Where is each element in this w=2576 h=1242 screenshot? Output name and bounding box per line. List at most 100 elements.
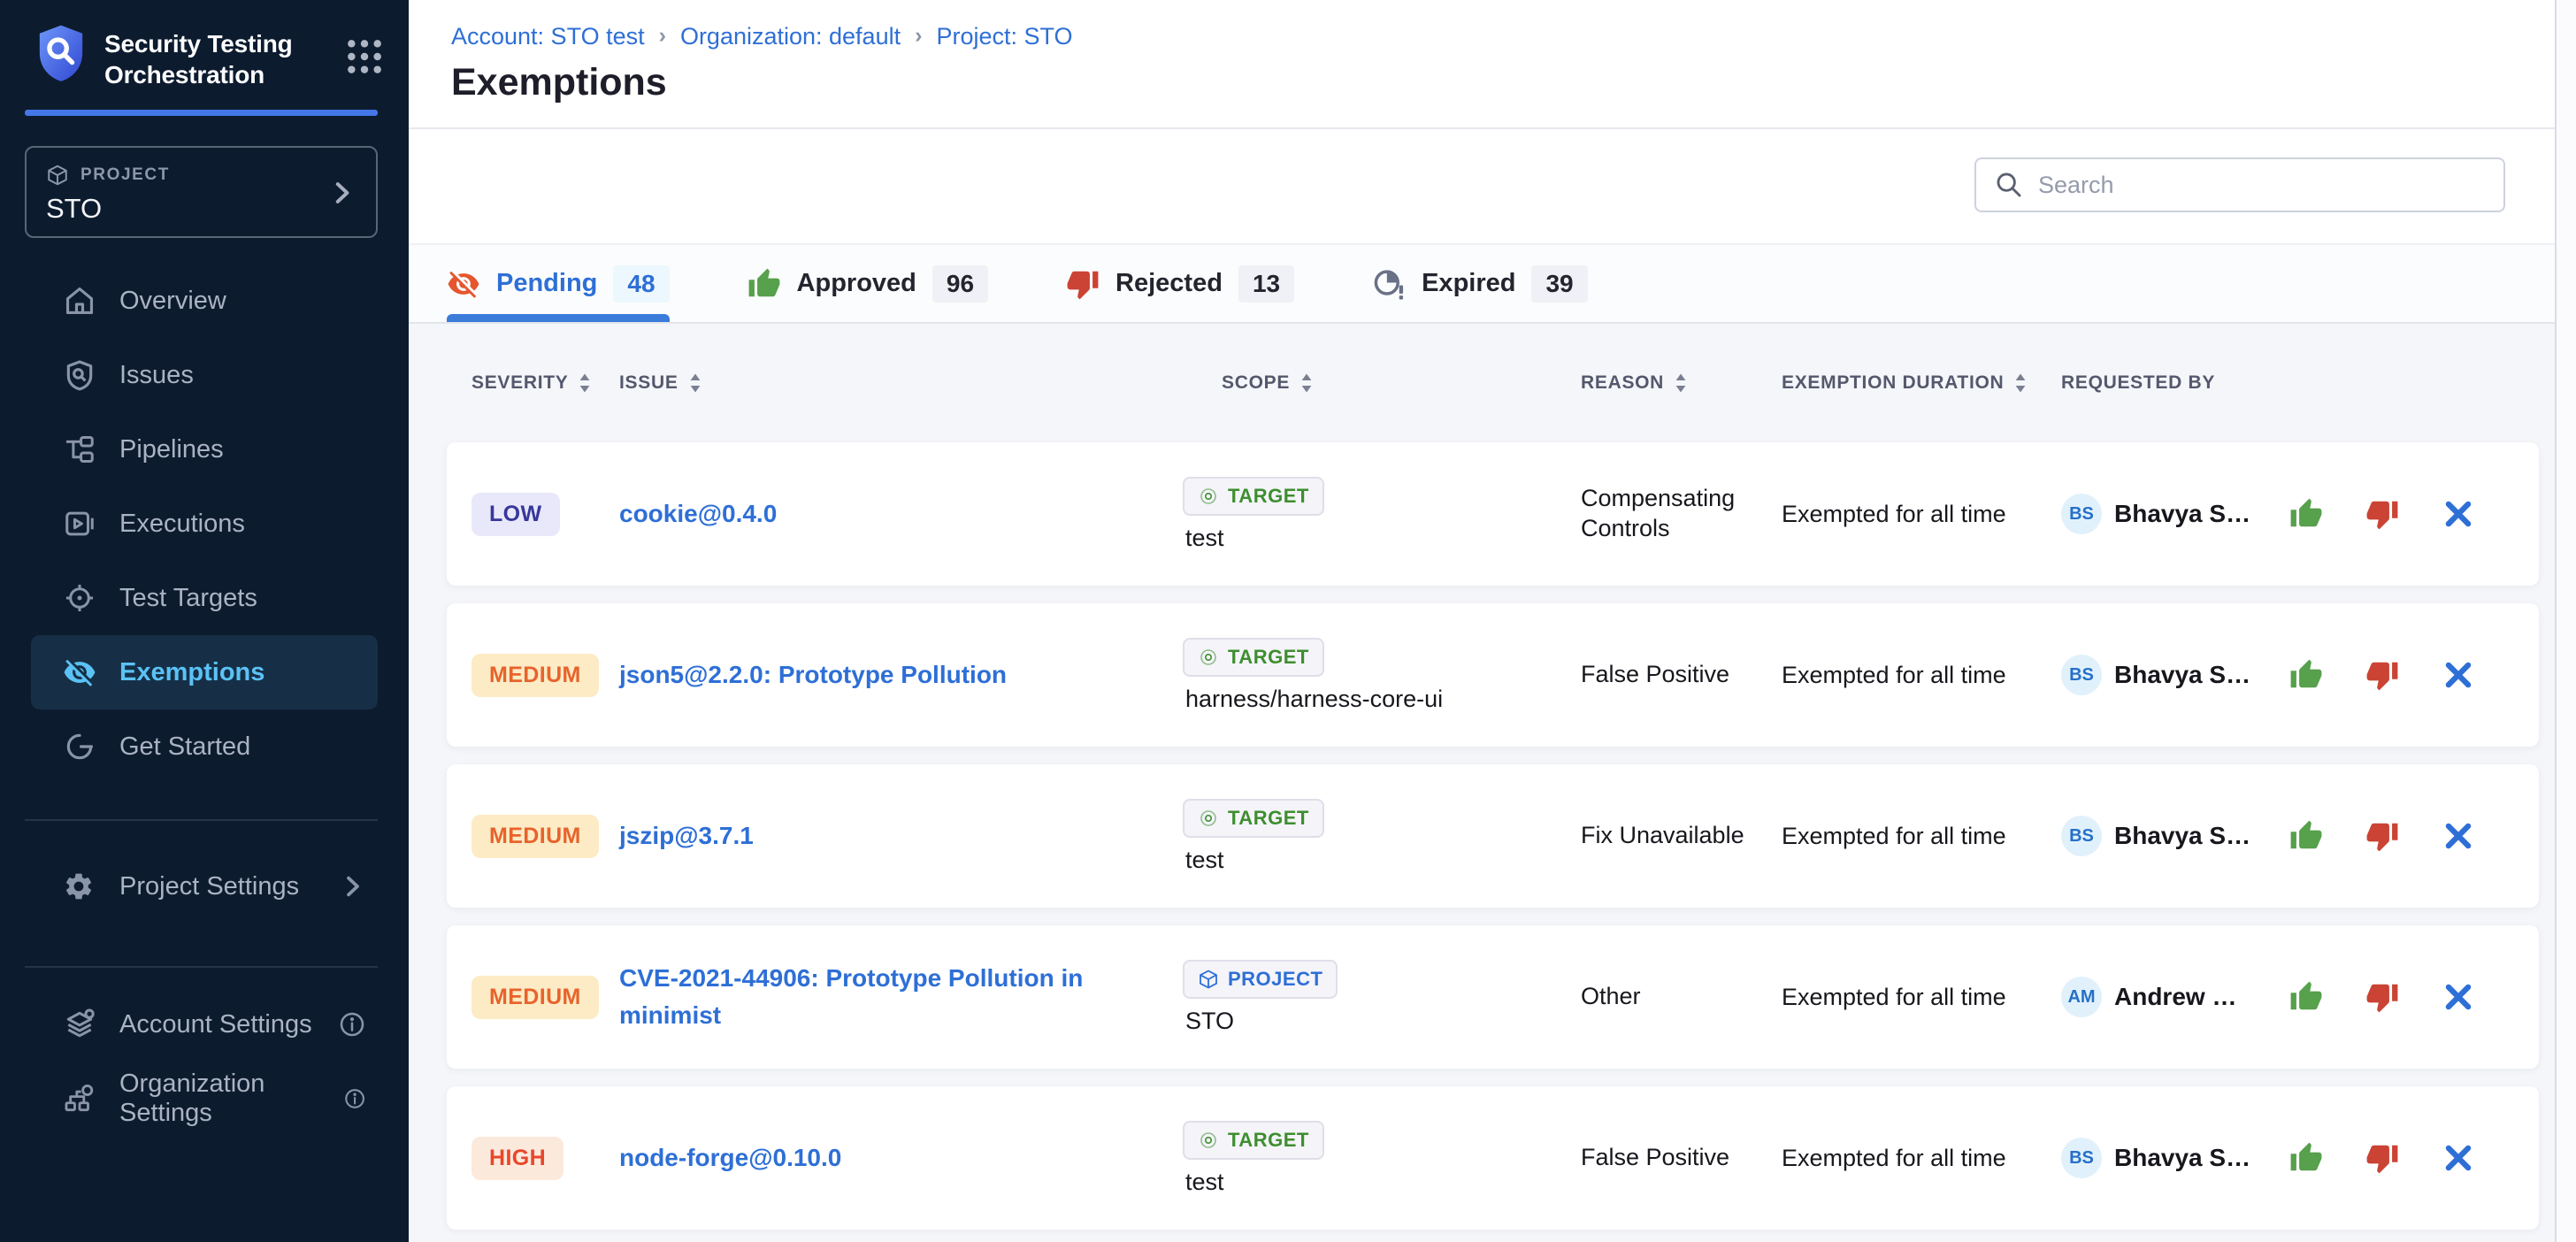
sidebar-item-issues[interactable]: Issues (0, 338, 409, 412)
module-grid-icon[interactable] (345, 37, 384, 76)
vertical-scrollbar[interactable] (2555, 0, 2576, 1242)
sidebar-item-account-settings[interactable]: Account Settings (0, 987, 409, 1062)
table-row[interactable]: LOW cookie@0.4.0 TARGET test Compensatin… (447, 442, 2539, 586)
cancel-x-icon[interactable] (2442, 980, 2475, 1014)
cancel-x-icon[interactable] (2442, 1141, 2475, 1175)
clock-alert-icon (1372, 267, 1406, 301)
tab-count-badge: 13 (1238, 265, 1294, 303)
project-selector[interactable]: PROJECT STO (25, 146, 378, 238)
reason-cell: Fix Unavailable (1581, 821, 1782, 851)
eye-off-icon (63, 656, 96, 689)
tab-rejected[interactable]: Rejected 13 (1066, 245, 1294, 322)
thumb-up-icon (748, 267, 781, 301)
info-icon[interactable] (343, 1085, 366, 1113)
reject-thumb-down-icon[interactable] (2365, 819, 2399, 853)
severity-cell: MEDIUM (472, 976, 619, 1019)
project-selector-header: PROJECT (46, 164, 356, 187)
info-icon[interactable] (338, 1010, 366, 1039)
reason-cell: False Positive (1581, 1143, 1782, 1173)
approve-thumb-up-icon[interactable] (2289, 1141, 2323, 1175)
issue-link[interactable]: cookie@0.4.0 (619, 500, 777, 527)
scope-type-pill: TARGET (1183, 477, 1324, 516)
sidebar-item-project-settings[interactable]: Project Settings (0, 849, 409, 924)
sidebar-item-label: Overview (119, 287, 226, 316)
shield-search-icon (63, 358, 96, 392)
cube-icon (46, 164, 69, 187)
scope-type-label: PROJECT (1228, 968, 1322, 991)
row-actions (2289, 819, 2475, 853)
target-rings-icon (1198, 486, 1219, 507)
requester-name: Bhavya S… (2114, 822, 2263, 850)
issue-link[interactable]: CVE-2021-44906: Prototype Pollution in m… (619, 964, 1083, 1029)
scope-cell: TARGET test (1183, 1121, 1581, 1196)
tab-expired[interactable]: Expired 39 (1372, 245, 1588, 322)
sidebar-header: Security Testing Orchestration (0, 0, 409, 90)
duration-cell: Exempted for all time (1782, 984, 2061, 1011)
accent-bar (25, 110, 378, 116)
approve-thumb-up-icon[interactable] (2289, 980, 2323, 1014)
requester-name: Andrew … (2114, 983, 2263, 1011)
sidebar-item-test-targets[interactable]: Test Targets (0, 561, 409, 635)
target-icon (63, 581, 96, 615)
approve-thumb-up-icon[interactable] (2289, 497, 2323, 531)
tab-approved[interactable]: Approved 96 (748, 245, 989, 322)
column-header-reason[interactable]: REASON (1581, 372, 1782, 394)
sidebar-divider (25, 819, 378, 821)
sidebar-item-get-started[interactable]: Get Started (0, 709, 409, 784)
cancel-x-icon[interactable] (2442, 819, 2475, 853)
column-header-severity[interactable]: SEVERITY (472, 372, 619, 394)
sidebar-nav: Overview Issues Pipelines Executions Tes… (0, 264, 409, 784)
requested-by-cell: AM Andrew … (2061, 977, 2514, 1017)
sort-icon (1300, 372, 1313, 394)
column-header-scope[interactable]: SCOPE (1183, 372, 1581, 394)
search-icon (1994, 170, 2024, 200)
sort-icon (689, 372, 702, 394)
search-box[interactable] (1974, 157, 2505, 212)
issue-cell: json5@2.2.0: Prototype Pollution (619, 656, 1183, 694)
table-row[interactable]: MEDIUM CVE-2021-44906: Prototype Polluti… (447, 925, 2539, 1069)
tab-pending[interactable]: Pending 48 (447, 245, 670, 322)
scope-type-pill: PROJECT (1183, 960, 1338, 999)
scope-name: test (1183, 525, 1224, 552)
table-row[interactable]: MEDIUM json5@2.2.0: Prototype Pollution … (447, 603, 2539, 747)
issue-cell: node-forge@0.10.0 (619, 1139, 1183, 1177)
duration-cell: Exempted for all time (1782, 1145, 2061, 1172)
scope-name: test (1183, 847, 1224, 874)
severity-badge: MEDIUM (472, 815, 599, 858)
sidebar-item-label: Organization Settings (119, 1070, 320, 1128)
search-input[interactable] (2038, 172, 2486, 199)
issue-link[interactable]: node-forge@0.10.0 (619, 1144, 841, 1171)
issue-link[interactable]: json5@2.2.0: Prototype Pollution (619, 661, 1007, 688)
issue-link[interactable]: jszip@3.7.1 (619, 822, 754, 849)
sidebar-item-organization-settings[interactable]: Organization Settings (0, 1062, 409, 1136)
sidebar-item-overview[interactable]: Overview (0, 264, 409, 338)
approve-thumb-up-icon[interactable] (2289, 819, 2323, 853)
reject-thumb-down-icon[interactable] (2365, 980, 2399, 1014)
sidebar-item-exemptions[interactable]: Exemptions (31, 635, 378, 709)
reject-thumb-down-icon[interactable] (2365, 497, 2399, 531)
tab-label: Expired (1422, 269, 1515, 298)
breadcrumb-organization[interactable]: Organization: default (680, 23, 901, 50)
column-header-issue[interactable]: ISSUE (619, 372, 1183, 394)
sidebar-item-label: Account Settings (119, 1010, 312, 1039)
severity-badge: MEDIUM (472, 654, 599, 697)
status-tabs: Pending 48 Approved 96 Rejected 13 Expir… (409, 245, 2576, 324)
breadcrumb-account[interactable]: Account: STO test (451, 23, 645, 50)
main-content: Account: STO test › Organization: defaul… (409, 0, 2576, 1242)
column-header-exemption-duration[interactable]: EXEMPTION DURATION (1782, 372, 2061, 394)
tab-label: Approved (797, 269, 916, 298)
sidebar-item-pipelines[interactable]: Pipelines (0, 412, 409, 487)
reject-thumb-down-icon[interactable] (2365, 1141, 2399, 1175)
issue-cell: CVE-2021-44906: Prototype Pollution in m… (619, 960, 1183, 1034)
breadcrumb-project[interactable]: Project: STO (936, 23, 1072, 50)
reject-thumb-down-icon[interactable] (2365, 658, 2399, 692)
table-row[interactable]: MEDIUM jszip@3.7.1 TARGET test Fix Unava… (447, 764, 2539, 908)
approve-thumb-up-icon[interactable] (2289, 658, 2323, 692)
sidebar-item-executions[interactable]: Executions (0, 487, 409, 561)
tab-count-badge: 96 (932, 265, 988, 303)
sidebar-item-label: Issues (119, 361, 194, 390)
cancel-x-icon[interactable] (2442, 658, 2475, 692)
table-row[interactable]: HIGH node-forge@0.10.0 TARGET test False… (447, 1086, 2539, 1230)
cancel-x-icon[interactable] (2442, 497, 2475, 531)
tab-label: Rejected (1116, 269, 1223, 298)
